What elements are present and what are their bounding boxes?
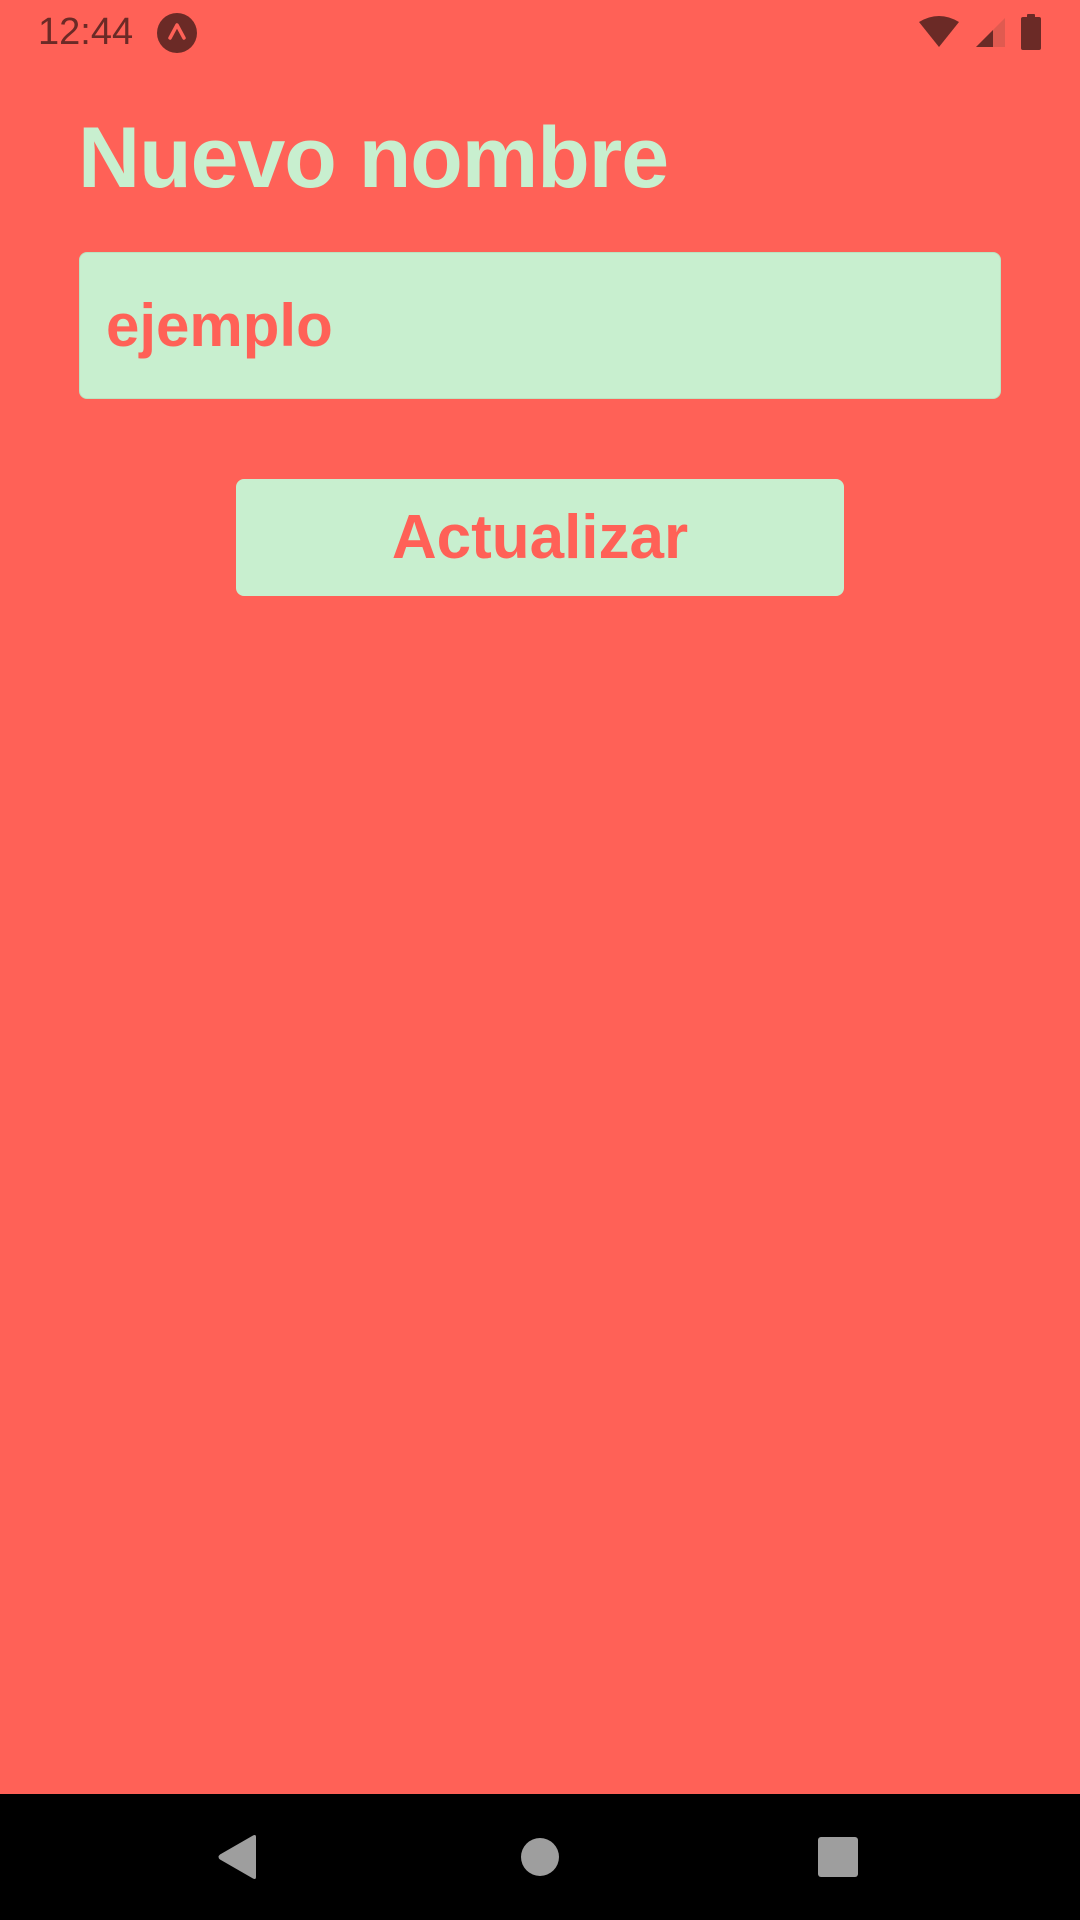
back-button[interactable] (178, 1794, 298, 1920)
recents-icon (817, 1836, 859, 1878)
back-icon (216, 1833, 260, 1881)
signal-icon (974, 16, 1006, 48)
status-icons (918, 14, 1042, 50)
navigation-bar (0, 1794, 1080, 1920)
status-time: 12:44 (38, 11, 134, 53)
recents-button[interactable] (778, 1794, 898, 1920)
battery-icon (1020, 14, 1042, 50)
home-button[interactable] (480, 1794, 600, 1920)
wifi-icon (918, 16, 960, 48)
status-bar: 12:44 (0, 0, 1080, 64)
update-button[interactable]: Actualizar (236, 479, 844, 596)
page-title: Nuevo nombre (78, 110, 669, 206)
app-notification-icon (157, 13, 197, 53)
name-input[interactable] (79, 252, 1001, 399)
home-icon (520, 1837, 560, 1877)
